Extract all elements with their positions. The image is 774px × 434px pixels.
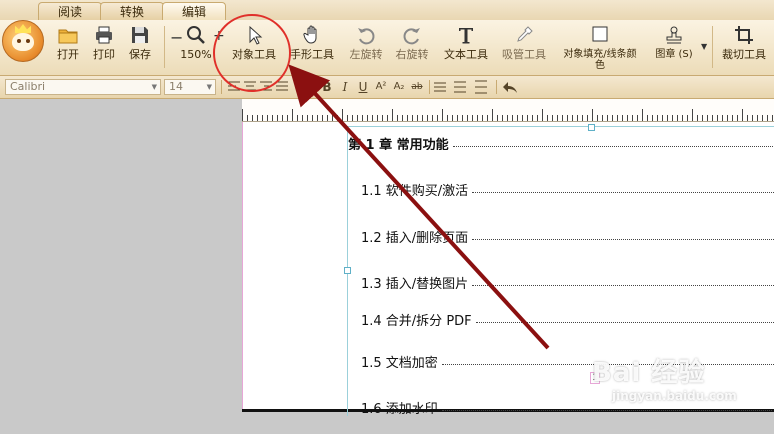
watermark-logo-text: Bai 经验 (592, 358, 706, 388)
watermark-url: jingyan.baidu.com (612, 389, 737, 403)
baidu-watermark: Bai 经验 jingyan.baidu.com (592, 352, 737, 424)
